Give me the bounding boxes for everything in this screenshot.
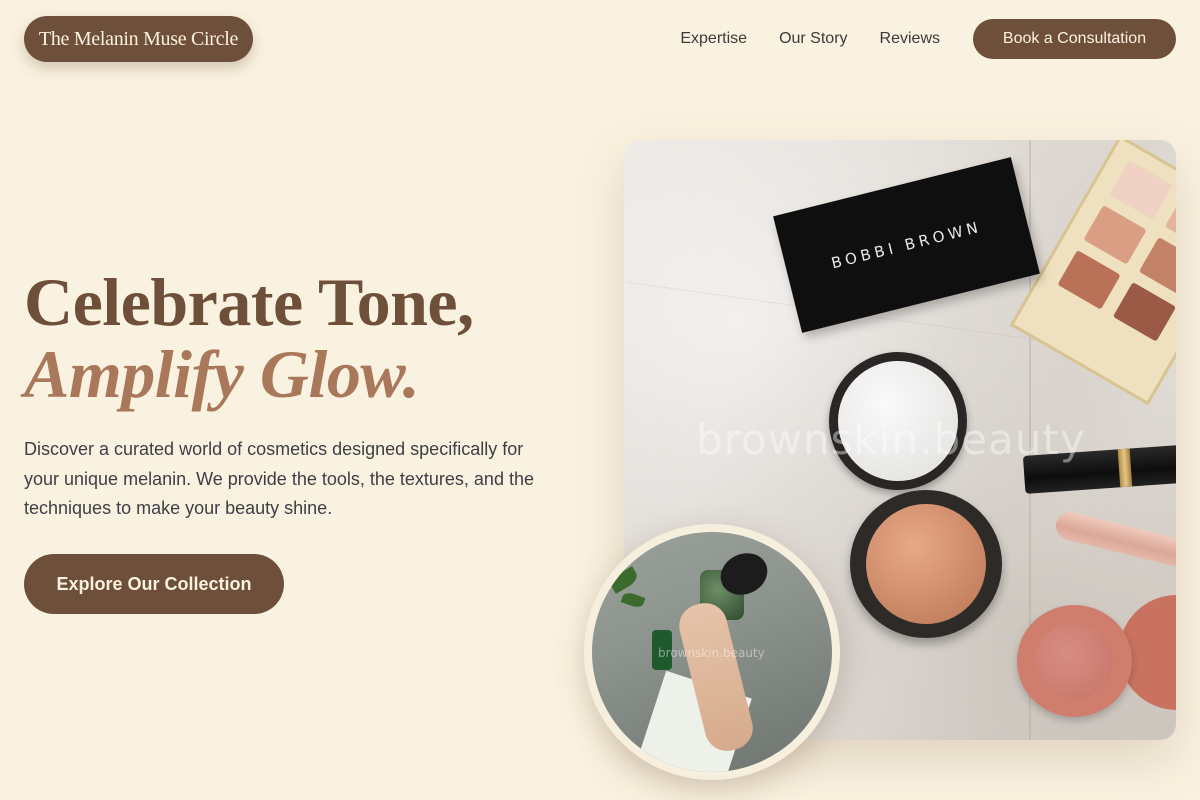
image-watermark: brownskin.beauty <box>696 415 1086 464</box>
main-nav: Expertise Our Story Reviews Book a Consu… <box>680 19 1176 59</box>
nav-link-our-story[interactable]: Our Story <box>779 30 847 48</box>
nav-link-expertise[interactable]: Expertise <box>680 30 747 48</box>
inset-watermark: brownskin.beauty <box>658 646 765 660</box>
hero-title-line1: Celebrate Tone, <box>24 264 474 340</box>
book-consultation-button[interactable]: Book a Consultation <box>973 19 1176 59</box>
palette-pan <box>1138 236 1176 297</box>
lipstick-band <box>1117 448 1133 488</box>
hero-title: Celebrate Tone, Amplify Glow. <box>24 266 474 410</box>
hero-description: Discover a curated world of cosmetics de… <box>24 439 534 518</box>
pink-lipstick <box>1052 509 1176 575</box>
inset-image-frame: brownskin.beauty <box>584 524 840 780</box>
palette-pan <box>1057 250 1121 310</box>
palette-pan <box>1112 282 1176 342</box>
inset-skincare-image: brownskin.beauty <box>592 532 832 772</box>
leaf <box>607 566 641 594</box>
blush-compact <box>1017 605 1132 717</box>
logo[interactable]: The Melanin Muse Circle <box>24 16 253 62</box>
palette-pan <box>1083 204 1147 265</box>
explore-collection-button[interactable]: Explore Our Collection <box>24 554 284 614</box>
palette-pan <box>1109 159 1173 220</box>
leaf <box>620 590 646 610</box>
powder-compact <box>850 490 1002 638</box>
landing-page: The Melanin Muse Circle Expertise Our St… <box>0 0 1200 800</box>
hero-title-line2: Amplify Glow. <box>24 336 420 412</box>
brand-box: BOBBI BROWN <box>773 157 1040 333</box>
nav-link-reviews[interactable]: Reviews <box>880 30 940 48</box>
brand-box-text: BOBBI BROWN <box>829 217 984 273</box>
